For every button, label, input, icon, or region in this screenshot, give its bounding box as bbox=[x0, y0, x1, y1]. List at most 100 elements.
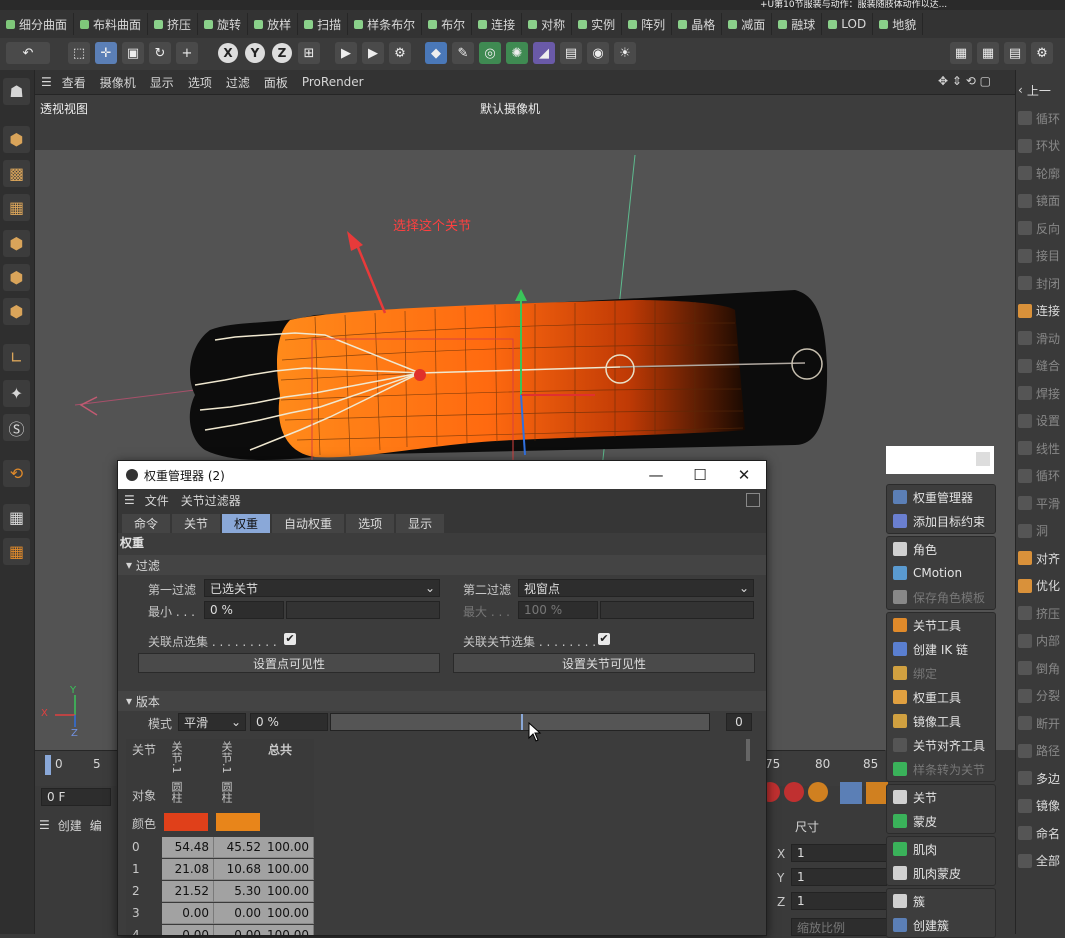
cloner-icon[interactable]: ✺ bbox=[506, 42, 528, 64]
viewport-menu-panel[interactable]: 面板 bbox=[264, 74, 288, 91]
toolbar-item-10[interactable]: 实例 bbox=[572, 13, 623, 35]
points-mode-icon[interactable]: ⬢ bbox=[3, 230, 30, 257]
table-cell[interactable]: 5.30 bbox=[214, 881, 266, 902]
min-slider[interactable] bbox=[286, 601, 440, 619]
render-settings-icon[interactable]: ⚙ bbox=[389, 42, 411, 64]
table-cell[interactable]: 54.48 bbox=[162, 837, 214, 858]
menu-item[interactable]: 保存角色模板 bbox=[887, 585, 995, 609]
toolbar-item-9[interactable]: 对称 bbox=[522, 13, 573, 35]
table-cell[interactable]: 0.00 bbox=[214, 925, 266, 935]
right-panel-item[interactable]: 连接 bbox=[1018, 299, 1060, 323]
menu-item[interactable]: 肌肉蒙皮 bbox=[887, 861, 995, 885]
right-panel-item[interactable]: 内部 bbox=[1018, 629, 1060, 653]
right-panel-item[interactable]: 对齐 bbox=[1018, 546, 1060, 570]
toolbar-item-5[interactable]: 扫描 bbox=[298, 13, 349, 35]
set-point-visibility-button[interactable]: 设置点可见性 bbox=[138, 653, 440, 673]
material-menu-edit[interactable]: 编 bbox=[90, 817, 102, 834]
menu-item[interactable]: 关节 bbox=[887, 785, 995, 809]
menu-item[interactable]: 镜像工具 bbox=[887, 709, 995, 733]
menu-file[interactable]: 文件 bbox=[145, 492, 169, 509]
table-cell[interactable]: 21.08 bbox=[162, 859, 214, 880]
coordinate-system-icon[interactable]: ⊞ bbox=[298, 42, 320, 64]
set-joint-visibility-button[interactable]: 设置关节可见性 bbox=[453, 653, 755, 673]
hamburger-icon[interactable]: ☰ bbox=[39, 818, 50, 832]
pen-icon[interactable]: ✎ bbox=[452, 42, 474, 64]
keyframe-selection-icon[interactable] bbox=[808, 782, 828, 802]
menu-item[interactable]: 关节工具 bbox=[887, 613, 995, 637]
right-panel-item[interactable]: 平滑 bbox=[1018, 491, 1060, 515]
right-panel-item[interactable]: 反向 bbox=[1018, 216, 1060, 240]
tab-4[interactable]: 选项 bbox=[346, 514, 395, 533]
light-icon[interactable]: ☀ bbox=[614, 42, 636, 64]
menu-search-box[interactable] bbox=[886, 446, 994, 474]
menu-item[interactable]: 关节对齐工具 bbox=[887, 733, 995, 757]
close-icon[interactable]: ✕ bbox=[722, 461, 766, 489]
subdivision-icon[interactable]: ◎ bbox=[479, 42, 501, 64]
menu-item[interactable]: 样条转为关节 bbox=[887, 757, 995, 781]
save-icon[interactable]: ▤ bbox=[1004, 42, 1026, 64]
right-panel-item[interactable]: 循环 bbox=[1018, 106, 1060, 130]
mode-percent-field[interactable]: 0 % bbox=[250, 713, 328, 731]
toolbar-item-8[interactable]: 连接 bbox=[472, 13, 523, 35]
right-panel-item[interactable]: 镜像 bbox=[1018, 794, 1060, 818]
mode-number-field[interactable]: 0 bbox=[726, 713, 752, 731]
toolbar-item-3[interactable]: 旋转 bbox=[198, 13, 249, 35]
table-cell[interactable]: 21.52 bbox=[162, 881, 214, 902]
right-panel-item[interactable]: 封闭 bbox=[1018, 271, 1060, 295]
timeline-playhead[interactable] bbox=[45, 755, 51, 775]
right-panel-item[interactable]: 接目 bbox=[1018, 244, 1060, 268]
right-panel-item[interactable]: 滑动 bbox=[1018, 326, 1060, 350]
z-axis-lock-icon[interactable]: Z bbox=[272, 43, 292, 63]
menu-item[interactable]: 簇 bbox=[887, 889, 995, 913]
right-panel-item[interactable]: 洞 bbox=[1018, 519, 1048, 543]
right-panel-item[interactable]: 设置 bbox=[1018, 409, 1060, 433]
right-panel-item[interactable]: 分裂 bbox=[1018, 684, 1060, 708]
viewport-menu-display[interactable]: 显示 bbox=[150, 74, 174, 91]
menu-item[interactable]: 肌肉 bbox=[887, 837, 995, 861]
table-col2-header[interactable]: 关节.1 bbox=[218, 741, 234, 774]
right-panel-item[interactable]: 多边 bbox=[1018, 766, 1060, 790]
toolbar-item-4[interactable]: 放样 bbox=[248, 13, 299, 35]
hamburger-icon[interactable]: ☰ bbox=[124, 493, 135, 507]
right-panel-item[interactable]: 环状 bbox=[1018, 134, 1060, 158]
tab-2[interactable]: 权重 bbox=[222, 514, 271, 533]
table-cell[interactable]: 100.00 bbox=[264, 903, 314, 924]
right-panel-item[interactable]: 全部 bbox=[1018, 849, 1060, 873]
autokey-icon[interactable] bbox=[784, 782, 804, 802]
rotate-tool-icon[interactable]: ↻ bbox=[149, 42, 171, 64]
max-field[interactable]: 100 % bbox=[518, 601, 598, 619]
expand-icon[interactable] bbox=[746, 493, 760, 507]
scale-key-icon[interactable] bbox=[866, 782, 888, 804]
right-panel-item[interactable]: 焊接 bbox=[1018, 381, 1060, 405]
table-scrollbar[interactable] bbox=[746, 739, 750, 761]
x-axis-lock-icon[interactable]: X bbox=[218, 43, 238, 63]
joint1-color-swatch[interactable] bbox=[164, 813, 208, 831]
right-panel-item[interactable]: 线性 bbox=[1018, 436, 1060, 460]
workplane-lock-icon[interactable]: ▦ bbox=[3, 504, 30, 531]
layout-icon[interactable]: ▦ bbox=[950, 42, 972, 64]
menu-item[interactable]: 权重工具 bbox=[887, 685, 995, 709]
max-slider[interactable] bbox=[600, 601, 754, 619]
right-panel-item[interactable]: 循环 bbox=[1018, 464, 1060, 488]
filter1-dropdown[interactable]: 已选关节 ⌄ bbox=[204, 579, 440, 597]
snap-icon[interactable]: ⟲ bbox=[3, 460, 30, 487]
toolbar-item-6[interactable]: 样条布尔 bbox=[348, 13, 423, 35]
render-view-icon[interactable]: ▶ bbox=[335, 42, 357, 64]
tab-5[interactable]: 显示 bbox=[396, 514, 445, 533]
table-col1-header[interactable]: 关节.1 bbox=[168, 741, 184, 774]
table-cell[interactable]: 0.00 bbox=[162, 925, 214, 935]
toolbar-item-11[interactable]: 阵列 bbox=[622, 13, 673, 35]
hamburger-icon[interactable]: ☰ bbox=[41, 75, 52, 89]
right-panel-item[interactable]: 镜面 bbox=[1018, 189, 1060, 213]
table-cell[interactable]: 45.52 bbox=[214, 837, 266, 858]
move-tool-icon[interactable]: ✛ bbox=[95, 42, 117, 64]
solo-icon[interactable]: Ⓢ bbox=[3, 414, 30, 441]
right-panel-item[interactable]: 挤压 bbox=[1018, 601, 1060, 625]
table-cell[interactable]: 100.00 bbox=[264, 837, 314, 858]
joint2-color-swatch[interactable] bbox=[216, 813, 260, 831]
size-x-field[interactable]: 1 bbox=[791, 844, 887, 862]
table-cell[interactable]: 0.00 bbox=[214, 903, 266, 924]
right-panel-item[interactable]: 轮廓 bbox=[1018, 161, 1060, 185]
move-key-icon[interactable] bbox=[840, 782, 862, 804]
object-mode-icon[interactable]: ⬢ bbox=[3, 126, 30, 153]
